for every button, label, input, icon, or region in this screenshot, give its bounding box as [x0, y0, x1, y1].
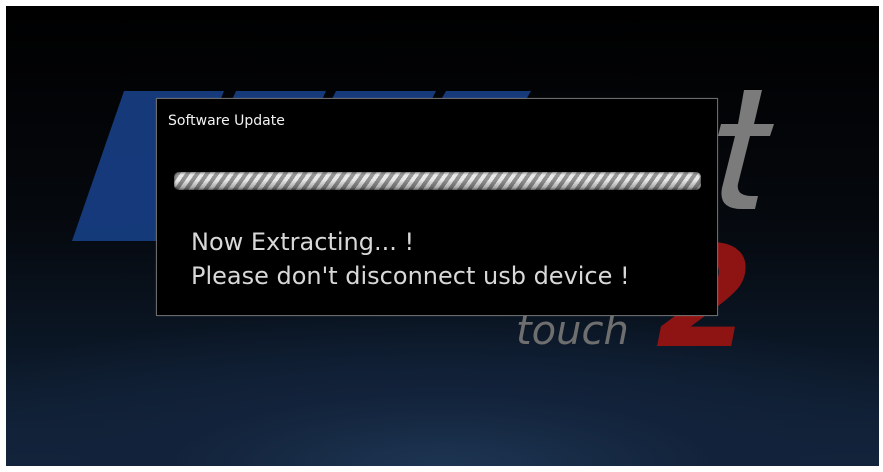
dialog-title: Software Update	[168, 113, 285, 129]
progress-bar-shade	[174, 172, 701, 190]
device-screen: 2 touch Software Update Now Extracting..…	[6, 6, 879, 466]
dialog-message: Now Extracting... ! Please don't disconn…	[191, 225, 630, 293]
status-message: Now Extracting... !	[191, 228, 415, 256]
progress-bar-indeterminate	[174, 172, 701, 190]
software-update-dialog: Software Update Now Extracting... ! Plea…	[156, 98, 718, 316]
logo-letter-grey	[718, 90, 774, 209]
warning-message: Please don't disconnect usb device !	[191, 262, 630, 290]
